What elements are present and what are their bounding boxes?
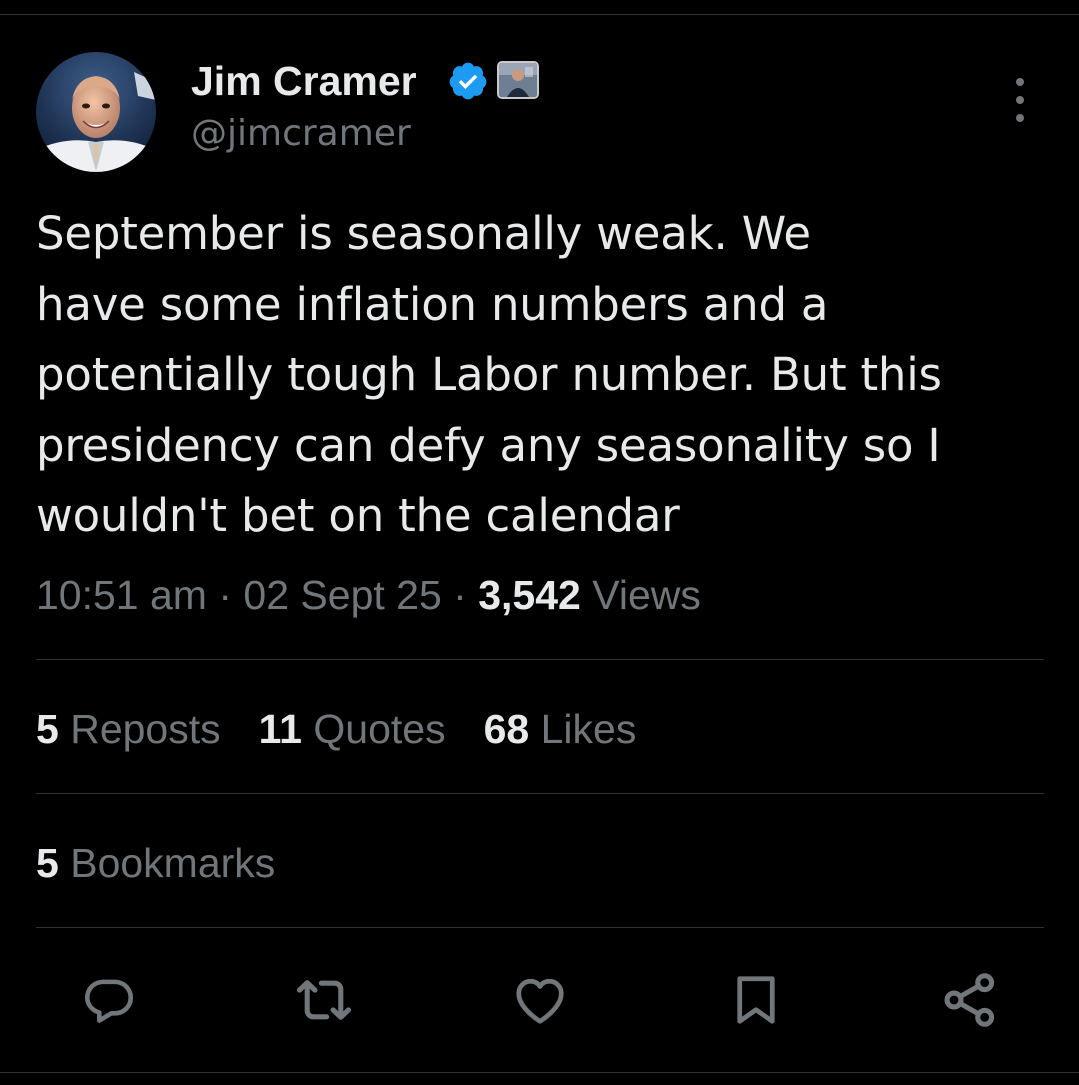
- more-dot: [1016, 96, 1024, 104]
- verified-badge-icon[interactable]: [447, 60, 489, 102]
- likes-count: 68: [483, 706, 530, 752]
- reposts-count: 5: [36, 706, 59, 752]
- quotes-stat[interactable]: 11 Quotes: [259, 704, 446, 754]
- repost-button[interactable]: [292, 968, 356, 1032]
- divider: [36, 659, 1044, 660]
- share-button[interactable]: [938, 968, 1002, 1032]
- more-dot: [1016, 114, 1024, 122]
- like-icon: [516, 978, 564, 1024]
- top-divider: [0, 14, 1079, 15]
- meta-separator: ·: [218, 572, 233, 618]
- bottom-divider: [0, 1072, 1079, 1073]
- views-count: 3,542: [478, 572, 581, 618]
- tweet-time[interactable]: 10:51 am: [36, 572, 207, 618]
- bookmarks-label: Bookmarks: [70, 840, 276, 886]
- tweet-date[interactable]: 02 Sept 25: [243, 572, 441, 618]
- like-button[interactable]: [508, 968, 572, 1032]
- affiliate-badge-icon[interactable]: [497, 61, 539, 99]
- meta-separator: ·: [453, 572, 467, 618]
- author-handle[interactable]: @jimcramer: [191, 111, 411, 157]
- tweet-meta: 10:51 am · 02 Sept 25 · 3,542 Views: [36, 570, 701, 620]
- more-options-icon[interactable]: [1004, 78, 1036, 122]
- bookmarks-count: 5: [36, 840, 59, 886]
- reposts-label: Reposts: [70, 706, 221, 752]
- author-display-name[interactable]: Jim Cramer: [191, 56, 417, 106]
- avatar-image: [36, 52, 156, 172]
- quotes-label: Quotes: [313, 706, 446, 752]
- more-dot: [1016, 78, 1024, 86]
- reply-button[interactable]: [77, 968, 141, 1032]
- bookmark-icon: [737, 976, 775, 1024]
- bookmarks-stat: 5 Bookmarks: [36, 838, 275, 888]
- likes-stat[interactable]: 68 Likes: [484, 704, 637, 754]
- tweet-text: September is seasonally weak. We have so…: [36, 207, 942, 542]
- quotes-count: 11: [258, 706, 302, 752]
- reposts-stat[interactable]: 5 Reposts: [36, 704, 221, 754]
- bookmark-button[interactable]: [724, 968, 788, 1032]
- repost-icon: [296, 980, 352, 1020]
- likes-label: Likes: [540, 706, 637, 752]
- views-label: Views: [592, 572, 701, 618]
- reply-icon: [84, 979, 134, 1023]
- divider: [36, 927, 1044, 928]
- avatar[interactable]: [36, 52, 156, 172]
- share-icon: [944, 973, 995, 1027]
- divider: [36, 793, 1044, 794]
- engagement-stats: 5 Reposts 11 Quotes 68 Likes: [36, 704, 674, 754]
